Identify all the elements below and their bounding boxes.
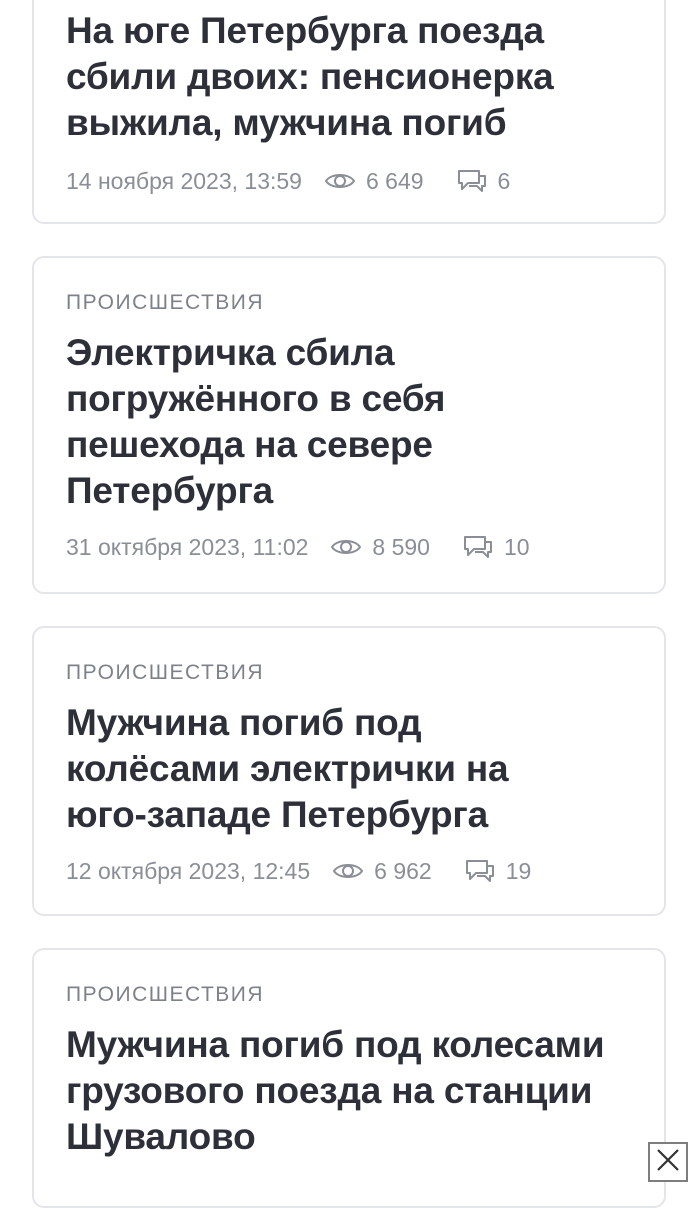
article-meta: 12 октября 2023, 12:45 6 962 19 — [66, 858, 531, 884]
article-card[interactable]: На юге Петербурга поезда сбили двоих: пе… — [32, 0, 666, 224]
eye-icon — [332, 860, 364, 882]
article-card[interactable]: ПРОИСШЕСТВИЯ Мужчина погиб под колёсами … — [32, 626, 666, 916]
article-title[interactable]: На юге Петербурга поезда сбили двоих: пе… — [66, 8, 640, 146]
eye-icon — [324, 170, 356, 192]
article-meta: 14 ноября 2023, 13:59 6 649 6 — [66, 168, 510, 194]
eye-icon — [330, 536, 362, 558]
article-card[interactable]: ПРОИСШЕСТВИЯ Мужчина погиб под колесами … — [32, 948, 666, 1208]
article-views: 8 590 — [372, 533, 430, 560]
close-button[interactable] — [648, 1142, 688, 1182]
article-date: 31 октября 2023, 11:02 — [66, 533, 309, 560]
article-category[interactable]: ПРОИСШЕСТВИЯ — [66, 984, 264, 1005]
article-views: 6 962 — [374, 857, 432, 884]
article-comments: 10 — [503, 533, 530, 560]
comment-icon — [456, 168, 488, 194]
comment-icon — [464, 858, 496, 884]
comment-icon — [462, 534, 494, 560]
article-comments: 6 — [497, 167, 511, 194]
article-meta: 31 октября 2023, 11:02 8 590 10 — [66, 534, 530, 560]
article-title[interactable]: Мужчина погиб под колесами грузового пое… — [66, 1022, 614, 1160]
article-comments: 19 — [505, 857, 532, 884]
article-title[interactable]: Электричка сбила погружённого в себя пеш… — [66, 330, 514, 514]
article-views: 6 649 — [365, 167, 424, 194]
article-card[interactable]: ПРОИСШЕСТВИЯ Электричка сбила погружённо… — [32, 256, 666, 594]
article-title[interactable]: Мужчина погиб под колёсами электрички на… — [66, 700, 584, 838]
article-category[interactable]: ПРОИСШЕСТВИЯ — [66, 292, 264, 313]
close-icon — [655, 1147, 681, 1178]
article-date: 14 ноября 2023, 13:59 — [66, 167, 302, 194]
article-category[interactable]: ПРОИСШЕСТВИЯ — [66, 662, 264, 683]
article-date: 12 октября 2023, 12:45 — [66, 857, 311, 884]
